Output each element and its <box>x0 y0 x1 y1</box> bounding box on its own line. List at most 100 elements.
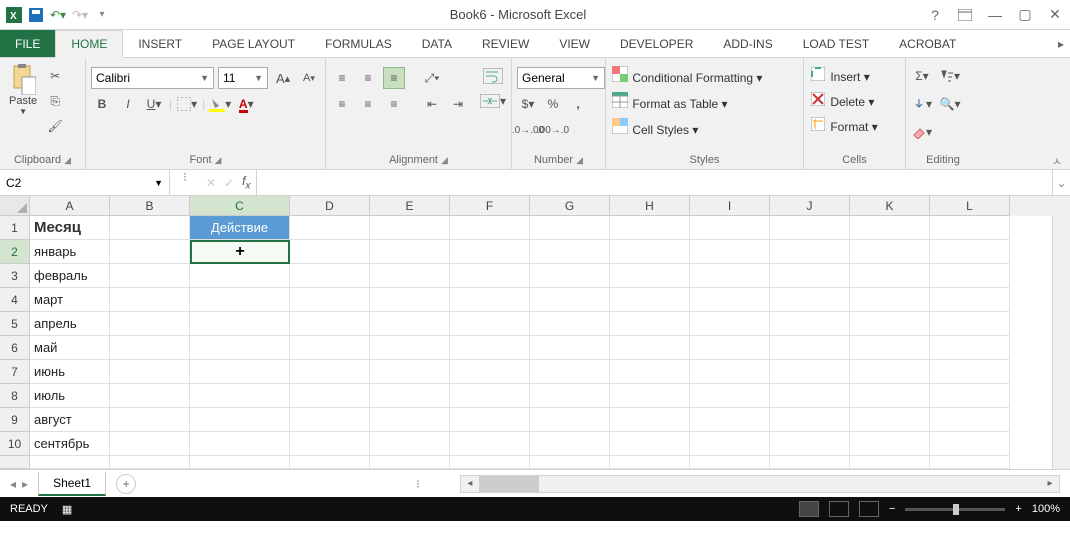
cell-H1[interactable] <box>610 216 690 240</box>
cell-L1[interactable] <box>930 216 1010 240</box>
row-header[interactable]: 10 <box>0 432 30 456</box>
tab-file[interactable]: FILE <box>0 30 55 57</box>
tab-load-test[interactable]: LOAD TEST <box>788 30 884 57</box>
cell-I2[interactable] <box>690 240 770 264</box>
cell-J3[interactable] <box>770 264 850 288</box>
col-header-L[interactable]: L <box>930 196 1010 216</box>
cell-E8[interactable] <box>370 384 450 408</box>
cell-K1[interactable] <box>850 216 930 240</box>
cell-F4[interactable] <box>450 288 530 312</box>
decrease-decimal-icon[interactable]: .00→.0 <box>542 119 564 141</box>
horizontal-scrollbar[interactable]: ◂▸ <box>460 475 1060 493</box>
borders-icon[interactable]: ▾ <box>176 93 198 115</box>
wrap-text-icon[interactable] <box>478 65 508 87</box>
align-center-icon[interactable]: ≡ <box>357 93 379 115</box>
cell-G1[interactable] <box>530 216 610 240</box>
cell-J2[interactable] <box>770 240 850 264</box>
cell-G5[interactable] <box>530 312 610 336</box>
cell-G7[interactable] <box>530 360 610 384</box>
namebox-resize-handle[interactable]: ⁝ <box>170 170 200 195</box>
cell-D8[interactable] <box>290 384 370 408</box>
cell-I7[interactable] <box>690 360 770 384</box>
col-header-C[interactable]: C <box>190 196 290 216</box>
cell[interactable] <box>850 456 930 469</box>
row-header[interactable]: 9 <box>0 408 30 432</box>
cell-L4[interactable] <box>930 288 1010 312</box>
page-layout-view-icon[interactable] <box>829 501 849 517</box>
cell-I9[interactable] <box>690 408 770 432</box>
cell-I4[interactable] <box>690 288 770 312</box>
cell-D10[interactable] <box>290 432 370 456</box>
cell-B4[interactable] <box>110 288 190 312</box>
font-name-combo[interactable]: Calibri▼ <box>91 67 214 89</box>
sort-filter-icon[interactable]: ▾ <box>939 65 961 87</box>
cell-A10[interactable]: сентябрь <box>30 432 110 456</box>
col-header-I[interactable]: I <box>690 196 770 216</box>
increase-font-icon[interactable]: A▴ <box>272 67 294 89</box>
cell-G6[interactable] <box>530 336 610 360</box>
cell-H3[interactable] <box>610 264 690 288</box>
col-header-F[interactable]: F <box>450 196 530 216</box>
font-size-combo[interactable]: 11▼ <box>218 67 268 89</box>
cell-F2[interactable] <box>450 240 530 264</box>
cell-D3[interactable] <box>290 264 370 288</box>
formula-input[interactable] <box>257 170 1052 195</box>
cell-G4[interactable] <box>530 288 610 312</box>
cell-J7[interactable] <box>770 360 850 384</box>
select-all-corner[interactable] <box>0 196 30 216</box>
cell-K10[interactable] <box>850 432 930 456</box>
cell-L3[interactable] <box>930 264 1010 288</box>
cell-H4[interactable] <box>610 288 690 312</box>
bold-icon[interactable]: B <box>91 93 113 115</box>
clear-icon[interactable]: ▾ <box>911 121 933 143</box>
cell-B6[interactable] <box>110 336 190 360</box>
new-sheet-button[interactable]: + <box>116 474 136 494</box>
page-break-view-icon[interactable] <box>859 501 879 517</box>
percent-format-icon[interactable]: % <box>542 93 564 115</box>
save-icon[interactable] <box>26 5 46 25</box>
cell-B2[interactable] <box>110 240 190 264</box>
name-box[interactable]: C2▼ <box>0 170 170 195</box>
cancel-formula-icon[interactable]: ✕ <box>206 176 216 190</box>
cell-B3[interactable] <box>110 264 190 288</box>
paste-button[interactable]: Paste ▼ <box>5 61 41 118</box>
comma-format-icon[interactable]: , <box>567 93 589 115</box>
fill-color-icon[interactable]: ▾ <box>209 93 231 115</box>
merge-center-icon[interactable]: ▾ <box>478 90 508 112</box>
cell-I10[interactable] <box>690 432 770 456</box>
cell-H6[interactable] <box>610 336 690 360</box>
cell[interactable] <box>190 456 290 469</box>
cell-K9[interactable] <box>850 408 930 432</box>
tab-acrobat[interactable]: ACROBAT <box>884 30 971 57</box>
delete-cells-button[interactable]: Delete ▾ <box>809 90 878 109</box>
row-header[interactable]: 2 <box>0 240 30 264</box>
cell-B5[interactable] <box>110 312 190 336</box>
cell-L5[interactable] <box>930 312 1010 336</box>
row-header[interactable]: 7 <box>0 360 30 384</box>
font-color-icon[interactable]: A▾ <box>235 93 257 115</box>
underline-icon[interactable]: U▾ <box>143 93 165 115</box>
maximize-icon[interactable]: ▢ <box>1014 4 1036 26</box>
cell-F10[interactable] <box>450 432 530 456</box>
number-format-combo[interactable]: General▼ <box>517 67 605 89</box>
col-header-K[interactable]: K <box>850 196 930 216</box>
cell[interactable] <box>290 456 370 469</box>
cell-K2[interactable] <box>850 240 930 264</box>
cell[interactable] <box>930 456 1010 469</box>
cell[interactable] <box>530 456 610 469</box>
conditional-formatting-button[interactable]: Conditional Formatting ▾ <box>611 65 762 85</box>
cell-J6[interactable] <box>770 336 850 360</box>
cell-D1[interactable] <box>290 216 370 240</box>
cell-D7[interactable] <box>290 360 370 384</box>
autosum-icon[interactable]: Σ▾ <box>911 65 933 87</box>
cell-E7[interactable] <box>370 360 450 384</box>
cell-H9[interactable] <box>610 408 690 432</box>
find-select-icon[interactable]: 🔍▾ <box>939 93 961 115</box>
cell-J8[interactable] <box>770 384 850 408</box>
cell-C2[interactable]: + <box>190 240 290 264</box>
tab-home[interactable]: HOME <box>55 30 123 58</box>
zoom-out-icon[interactable]: − <box>889 503 895 515</box>
row-header[interactable]: 6 <box>0 336 30 360</box>
row-header[interactable]: 4 <box>0 288 30 312</box>
vertical-scrollbar[interactable] <box>1052 216 1070 469</box>
